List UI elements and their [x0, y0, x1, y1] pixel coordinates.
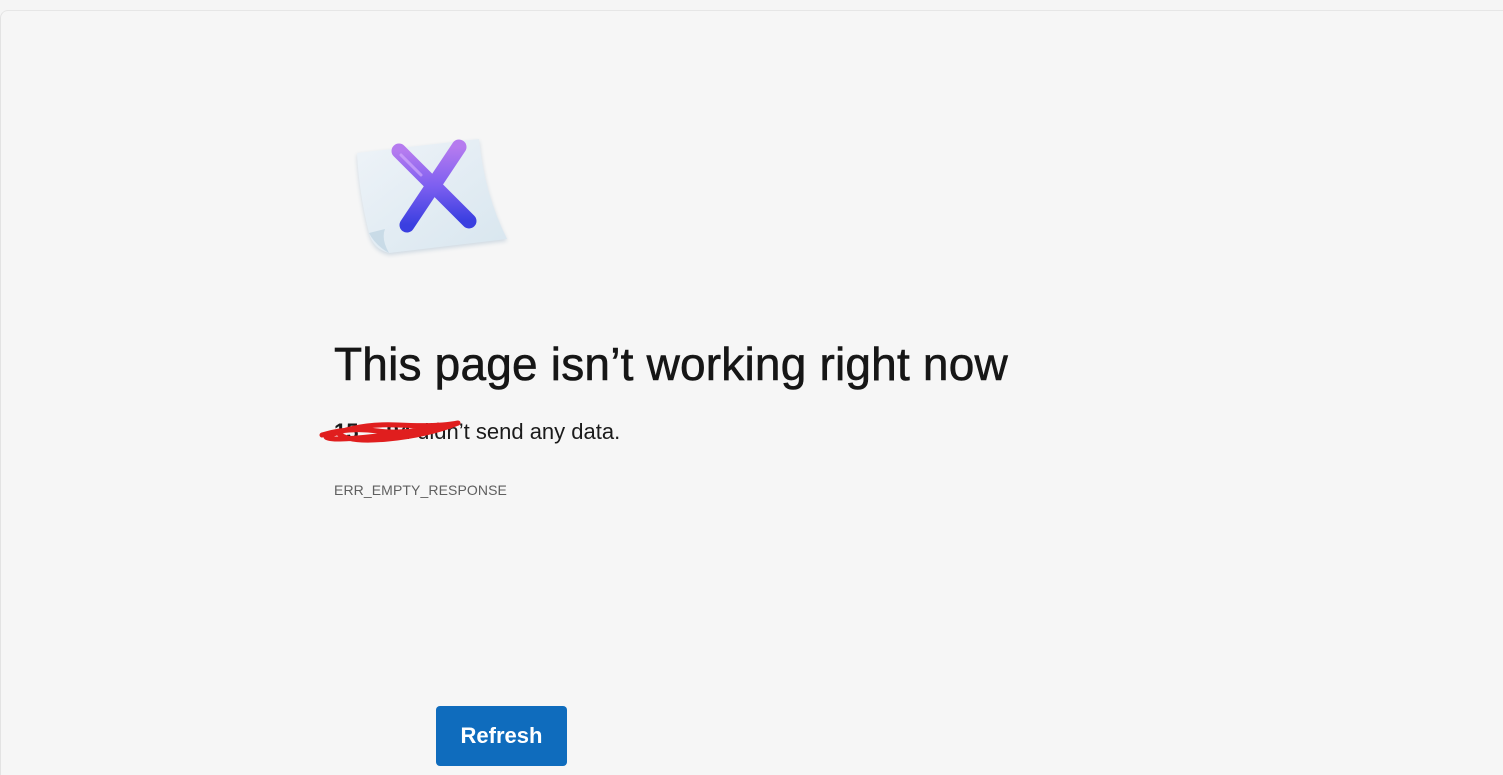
- refresh-button[interactable]: Refresh: [436, 706, 567, 766]
- host-address-redacted: 15.…94: [319, 419, 461, 445]
- error-message: 15.…94 didn’t send any data.: [319, 419, 621, 445]
- error-page-frame: This page isn’t working right now 15.…94…: [0, 10, 1503, 775]
- error-code: ERR_EMPTY_RESPONSE: [334, 482, 507, 498]
- error-document-x-icon: [357, 139, 507, 253]
- error-message-suffix: didn’t send any data.: [411, 419, 621, 444]
- page-title: This page isn’t working right now: [334, 338, 1008, 391]
- host-address-text: 15.…94: [334, 419, 412, 444]
